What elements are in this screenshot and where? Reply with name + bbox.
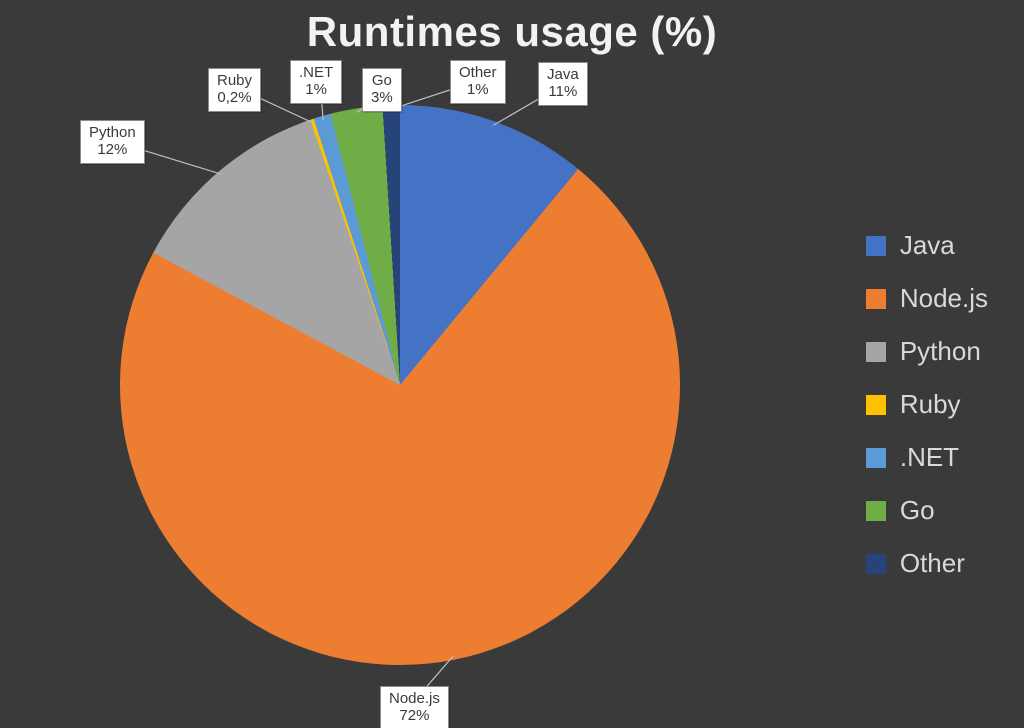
callout-name: .NET xyxy=(299,64,333,81)
callout-value: 11% xyxy=(547,83,579,100)
callout-name: Go xyxy=(371,72,393,89)
legend-swatch xyxy=(866,236,886,256)
pie-wrap xyxy=(120,105,680,665)
callout-dotnet: .NET1% xyxy=(290,60,342,104)
callout-name: Java xyxy=(547,66,579,83)
callout-nodejs: Node.js72% xyxy=(380,686,449,728)
callout-value: 3% xyxy=(371,89,393,106)
callout-ruby: Ruby0,2% xyxy=(208,68,261,112)
legend-label: Go xyxy=(900,495,935,526)
legend-swatch xyxy=(866,289,886,309)
legend-item-python: Python xyxy=(866,336,988,367)
legend-label: Python xyxy=(900,336,981,367)
callout-value: 0,2% xyxy=(217,89,252,106)
callout-python: Python12% xyxy=(80,120,145,164)
legend-item-dotnet: .NET xyxy=(866,442,988,473)
legend-item-nodejs: Node.js xyxy=(866,283,988,314)
legend-label: Node.js xyxy=(900,283,988,314)
legend-swatch xyxy=(866,395,886,415)
pie-chart xyxy=(120,105,680,665)
callout-name: Ruby xyxy=(217,72,252,89)
chart-stage: Runtimes usage (%) Java11%Node.js72%Pyth… xyxy=(0,0,1024,728)
legend-swatch xyxy=(866,501,886,521)
legend-label: Other xyxy=(900,548,965,579)
legend-item-java: Java xyxy=(866,230,988,261)
callout-other: Other1% xyxy=(450,60,506,104)
legend-swatch xyxy=(866,554,886,574)
callout-value: 72% xyxy=(389,707,440,724)
callout-name: Python xyxy=(89,124,136,141)
legend-label: Java xyxy=(900,230,955,261)
callout-value: 12% xyxy=(89,141,136,158)
legend-item-other: Other xyxy=(866,548,988,579)
callout-go: Go3% xyxy=(362,68,402,112)
callout-name: Node.js xyxy=(389,690,440,707)
legend-label: Ruby xyxy=(900,389,961,420)
chart-title: Runtimes usage (%) xyxy=(0,8,1024,56)
legend-item-go: Go xyxy=(866,495,988,526)
legend: Java Node.js Python Ruby .NET Go Other xyxy=(866,230,988,579)
legend-label: .NET xyxy=(900,442,959,473)
callout-value: 1% xyxy=(299,81,333,98)
legend-swatch xyxy=(866,448,886,468)
legend-swatch xyxy=(866,342,886,362)
callout-value: 1% xyxy=(459,81,497,98)
legend-item-ruby: Ruby xyxy=(866,389,988,420)
callout-name: Other xyxy=(459,64,497,81)
callout-java: Java11% xyxy=(538,62,588,106)
